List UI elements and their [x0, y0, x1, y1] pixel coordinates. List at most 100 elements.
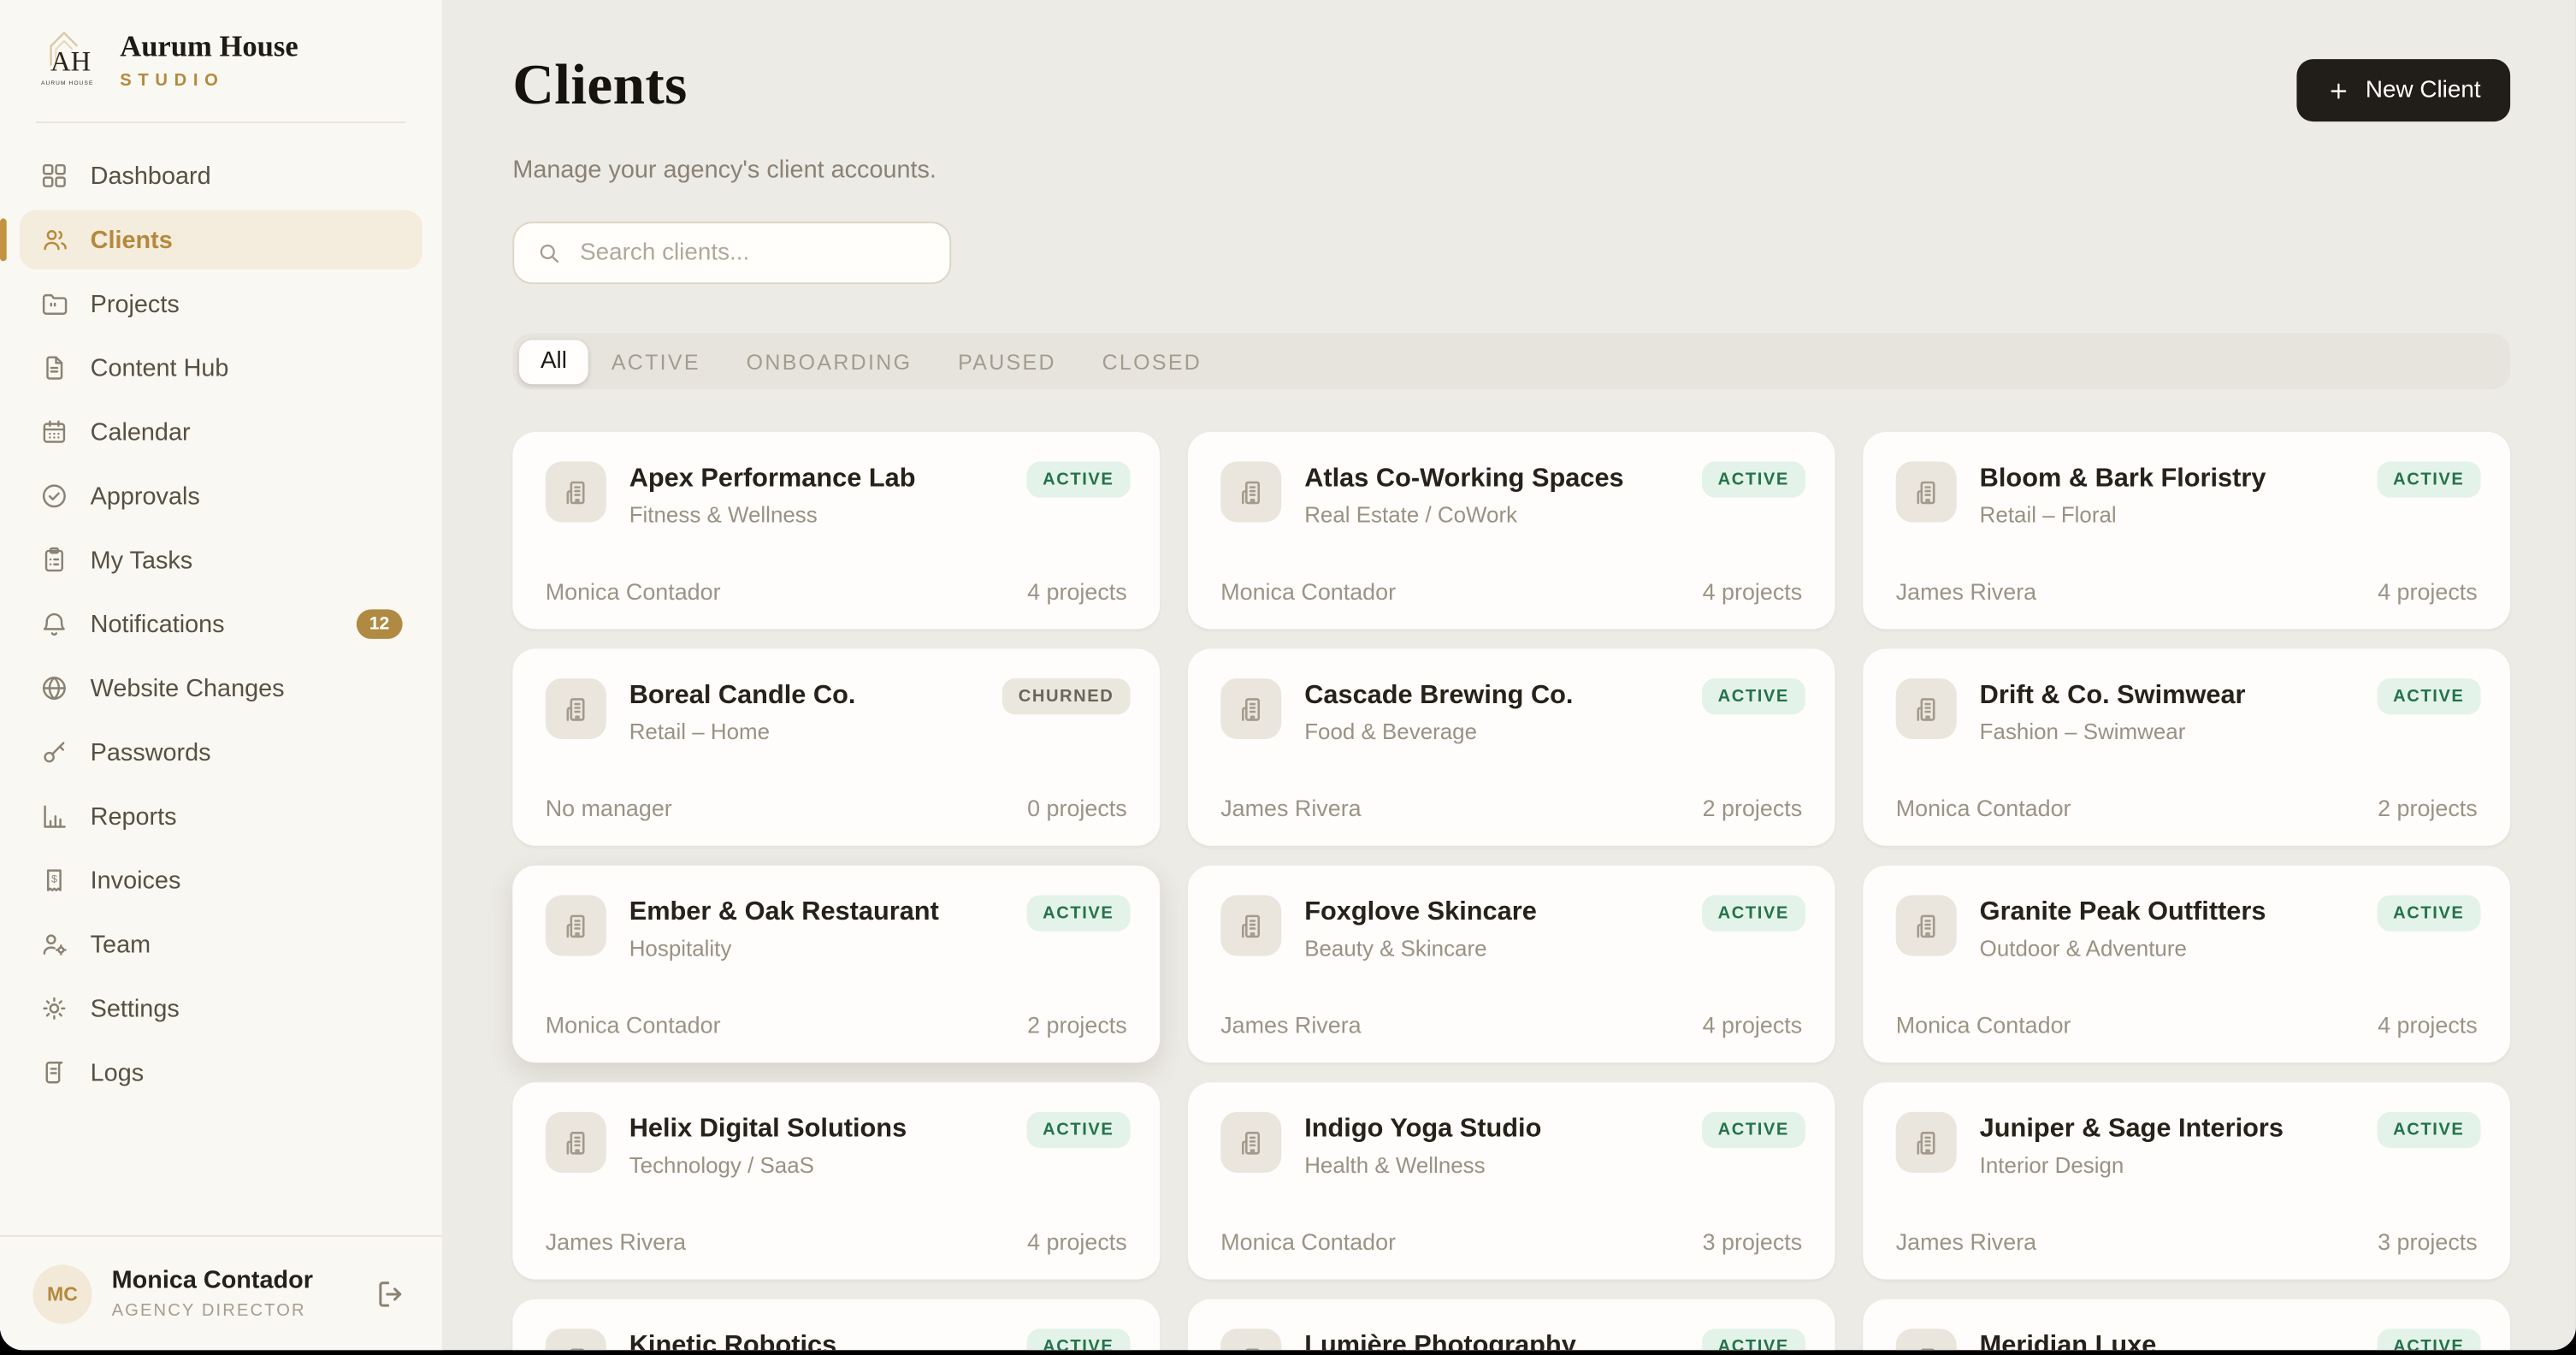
sidebar-item-approvals[interactable]: Approvals	[20, 466, 422, 525]
client-manager: Monica Contador	[546, 1013, 721, 1039]
client-industry: Technology / SaaS	[629, 1154, 907, 1179]
user-role: AGENCY DIRECTOR	[112, 1301, 313, 1321]
client-industry: Fashion – Swimwear	[1980, 720, 2246, 745]
user-footer: MC Monica Contador AGENCY DIRECTOR	[0, 1235, 442, 1350]
client-card-indigo-yoga-studio[interactable]: Indigo Yoga Studio Health & Wellness ACT…	[1188, 1083, 1835, 1280]
client-card-ember-oak-restaurant[interactable]: Ember & Oak Restaurant Hospitality ACTIV…	[512, 867, 1160, 1063]
client-projects-count: 4 projects	[1703, 579, 1803, 606]
building-icon	[1896, 1113, 1957, 1174]
client-industry: Food & Beverage	[1304, 720, 1573, 745]
status-badge: ACTIVE	[1701, 1329, 1805, 1350]
sidebar-item-clients[interactable]: Clients	[20, 210, 422, 269]
client-name: Indigo Yoga Studio	[1304, 1113, 1541, 1147]
client-projects-count: 2 projects	[1703, 796, 1803, 822]
building-icon	[1220, 1329, 1281, 1350]
tab-all[interactable]: All	[519, 340, 588, 384]
client-name: Kinetic Robotics	[629, 1329, 836, 1350]
dashboard-icon	[39, 161, 69, 191]
building-icon	[546, 679, 606, 740]
client-manager: Monica Contador	[1220, 1229, 1396, 1256]
sidebar-item-projects[interactable]: Projects	[20, 275, 422, 334]
client-card-kinetic-robotics[interactable]: Kinetic Robotics ACTIVE	[512, 1300, 1160, 1351]
status-badge: ACTIVE	[2377, 462, 2481, 498]
client-name: Boreal Candle Co.	[629, 679, 856, 713]
sidebar-item-dashboard[interactable]: Dashboard	[20, 146, 422, 205]
svg-text:$: $	[51, 873, 57, 885]
status-badge: ACTIVE	[2377, 1329, 2481, 1350]
client-name: Ember & Oak Restaurant	[629, 896, 939, 930]
client-industry: Retail – Home	[629, 720, 856, 745]
client-card-meridian-luxe[interactable]: Meridian Luxe ACTIVE	[1863, 1300, 2510, 1351]
sidebar-item-passwords[interactable]: Passwords	[20, 723, 422, 782]
sidebar-item-team[interactable]: Team	[20, 914, 422, 973]
client-card-granite-peak-outfitters[interactable]: Granite Peak Outfitters Outdoor & Advent…	[1863, 867, 2510, 1063]
status-badge: ACTIVE	[1701, 462, 1805, 498]
status-badge: ACTIVE	[2377, 896, 2481, 932]
client-projects-count: 4 projects	[1027, 579, 1127, 606]
client-manager: James Rivera	[1896, 1229, 2036, 1256]
brand-logo-icon: AH AURUM HOUSE	[39, 27, 102, 96]
client-card-apex-performance-lab[interactable]: Apex Performance Lab Fitness & Wellness …	[512, 433, 1160, 630]
sidebar-item-invoices[interactable]: $ Invoices	[20, 851, 422, 910]
building-icon	[546, 896, 606, 956]
new-client-button[interactable]: New Client	[2296, 59, 2510, 121]
brand-tagline: STUDIO	[120, 70, 298, 90]
client-card-bloom-bark-floristry[interactable]: Bloom & Bark Floristry Retail – Floral A…	[1863, 433, 2510, 630]
client-cards-grid: Apex Performance Lab Fitness & Wellness …	[512, 433, 2510, 1350]
building-icon	[1896, 462, 1957, 523]
notification-count-badge: 12	[356, 609, 402, 639]
sidebar-item-reports[interactable]: Reports	[20, 787, 422, 846]
screen: AH AURUM HOUSE Aurum House STUDIO Dashbo…	[0, 0, 2576, 1355]
status-badge: CHURNED	[1002, 679, 1131, 715]
search-box[interactable]	[512, 222, 951, 285]
client-projects-count: 3 projects	[2378, 1229, 2478, 1256]
new-client-label: New Client	[2366, 77, 2481, 104]
sidebar-item-settings[interactable]: Settings	[20, 979, 422, 1038]
client-card-atlas-co-working-spaces[interactable]: Atlas Co-Working Spaces Real Estate / Co…	[1188, 433, 1835, 630]
status-badge: ACTIVE	[2377, 679, 2481, 715]
sidebar-item-website-changes[interactable]: Website Changes	[20, 659, 422, 718]
brand-name: Aurum House	[120, 32, 298, 64]
building-icon	[1220, 462, 1281, 523]
client-industry: Interior Design	[1980, 1154, 2284, 1179]
client-name: Cascade Brewing Co.	[1304, 679, 1573, 713]
sidebar-item-content-hub[interactable]: Content Hub	[20, 339, 422, 398]
sidebar-item-my-tasks[interactable]: My Tasks	[20, 530, 422, 589]
client-manager: James Rivera	[1220, 1013, 1361, 1039]
search-input[interactable]	[576, 239, 928, 269]
tab-active[interactable]: ACTIVE	[588, 340, 724, 384]
client-projects-count: 4 projects	[1703, 1013, 1803, 1039]
sidebar-item-calendar[interactable]: Calendar	[20, 402, 422, 461]
sidebar-item-notifications[interactable]: Notifications 12	[20, 595, 422, 654]
status-badge: ACTIVE	[2377, 1113, 2481, 1149]
user-name: Monica Contador	[112, 1266, 313, 1296]
client-card-drift-co-swimwear[interactable]: Drift & Co. Swimwear Fashion – Swimwear …	[1863, 649, 2510, 846]
tab-paused[interactable]: PAUSED	[935, 340, 1078, 384]
tab-onboarding[interactable]: ONBOARDING	[724, 340, 935, 384]
main-content: Clients Manage your agency's client acco…	[444, 0, 2576, 1350]
sidebar-item-logs[interactable]: Logs	[20, 1043, 422, 1102]
building-icon	[1220, 1113, 1281, 1174]
client-card-helix-digital-solutions[interactable]: Helix Digital Solutions Technology / Saa…	[512, 1083, 1160, 1280]
client-card-boreal-candle-co[interactable]: Boreal Candle Co. Retail – Home CHURNED …	[512, 649, 1160, 846]
client-card-juniper-sage-interiors[interactable]: Juniper & Sage Interiors Interior Design…	[1863, 1083, 2510, 1280]
client-name: Juniper & Sage Interiors	[1980, 1113, 2284, 1147]
search-icon	[535, 240, 562, 267]
client-industry: Outdoor & Adventure	[1980, 937, 2266, 962]
invoice-icon: $	[39, 866, 69, 896]
client-name: Apex Performance Lab	[629, 462, 916, 496]
client-manager: No manager	[546, 796, 672, 822]
building-icon	[546, 1329, 606, 1350]
client-card-lumi-re-photography[interactable]: Lumière Photography ACTIVE	[1188, 1300, 1835, 1351]
client-card-foxglove-skincare[interactable]: Foxglove Skincare Beauty & Skincare ACTI…	[1188, 867, 1835, 1063]
tab-closed[interactable]: CLOSED	[1079, 340, 1225, 384]
status-badge: ACTIVE	[1701, 679, 1805, 715]
client-projects-count: 2 projects	[2378, 796, 2478, 822]
person-gear-icon	[39, 930, 69, 960]
client-manager: Monica Contador	[546, 579, 721, 606]
sidebar-nav: Dashboard Clients Projects Content Hub C…	[0, 146, 442, 1102]
logout-icon[interactable]	[373, 1275, 409, 1311]
client-name: Helix Digital Solutions	[629, 1113, 907, 1147]
client-card-cascade-brewing-co[interactable]: Cascade Brewing Co. Food & Beverage ACTI…	[1188, 649, 1835, 846]
building-icon	[1896, 896, 1957, 956]
